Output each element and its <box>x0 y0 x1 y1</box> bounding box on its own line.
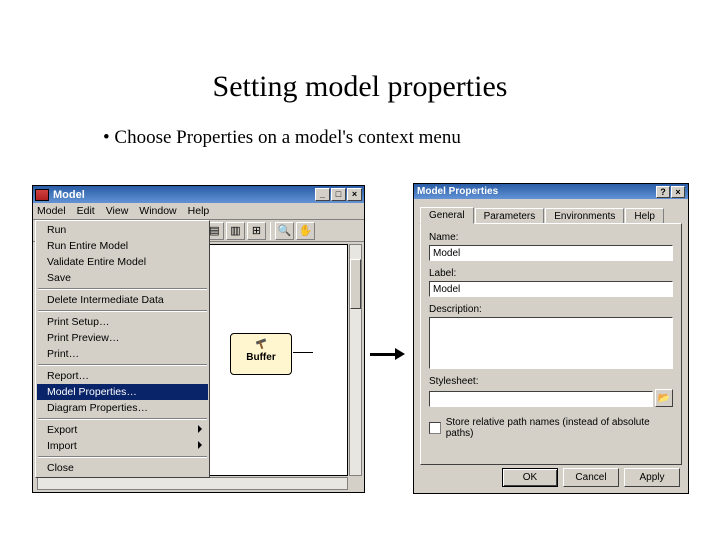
context-menu-separator <box>38 310 207 312</box>
slide-title: Setting model properties <box>0 70 720 104</box>
menubar[interactable]: Model Edit View Window Help <box>33 203 364 220</box>
context-menu-item[interactable]: Model Properties… <box>37 384 208 400</box>
context-menu-item[interactable]: Print Preview… <box>37 330 208 346</box>
node-label: Buffer <box>246 352 275 363</box>
menu-help[interactable]: Help <box>188 205 210 217</box>
hammer-icon <box>254 338 268 350</box>
context-menu-item[interactable]: Save <box>37 270 208 286</box>
context-menu-separator <box>38 418 207 420</box>
tool-layout2-icon[interactable]: ⊞ <box>247 222 266 240</box>
tab-environments[interactable]: Environments <box>545 208 624 224</box>
context-menu-item[interactable]: Import <box>37 438 208 454</box>
tool-zoom-icon[interactable]: 🔍 <box>275 222 294 240</box>
tabstrip: General Parameters Environments Help <box>420 205 682 223</box>
apply-button[interactable]: Apply <box>624 468 680 487</box>
menu-model[interactable]: Model <box>37 205 66 217</box>
context-menu-item[interactable]: Validate Entire Model <box>37 254 208 270</box>
scrollbar-thumb[interactable] <box>350 259 361 309</box>
checkbox-relative-paths-label: Store relative path names (instead of ab… <box>446 417 673 439</box>
label-stylesheet: Stylesheet: <box>429 376 673 387</box>
submenu-arrow-icon <box>198 441 202 449</box>
context-menu-item[interactable]: Close <box>37 460 208 476</box>
context-menu-item[interactable]: Run <box>37 222 208 238</box>
checkbox-relative-paths[interactable] <box>429 422 441 434</box>
menu-view[interactable]: View <box>106 205 129 217</box>
slide-bullet: • Choose Properties on a model's context… <box>103 127 461 149</box>
cancel-button[interactable]: Cancel <box>563 468 619 487</box>
modelbuilder-titlebar[interactable]: Model _ □ × <box>33 186 364 203</box>
textarea-description[interactable] <box>429 317 673 369</box>
label-label: Label: <box>429 268 673 279</box>
minimize-button[interactable]: _ <box>315 188 330 201</box>
app-icon <box>35 189 49 201</box>
context-menu-separator <box>38 288 207 290</box>
context-menu-item[interactable]: Diagram Properties… <box>37 400 208 416</box>
menu-edit[interactable]: Edit <box>77 205 95 217</box>
context-menu-item[interactable]: Export <box>37 422 208 438</box>
context-menu-item[interactable]: Report… <box>37 368 208 384</box>
input-label[interactable] <box>429 281 673 297</box>
context-menu-item[interactable]: Print… <box>37 346 208 362</box>
submenu-arrow-icon <box>198 425 202 433</box>
ok-button[interactable]: OK <box>502 468 558 487</box>
model-properties-dialog: Model Properties ? × General Parameters … <box>413 183 689 494</box>
label-description: Description: <box>429 304 673 315</box>
tabpanel-general: Name: Label: Description: Stylesheet: 📂 … <box>420 223 682 465</box>
tab-parameters[interactable]: Parameters <box>475 208 545 224</box>
menu-window[interactable]: Window <box>139 205 176 217</box>
tab-help[interactable]: Help <box>625 208 664 224</box>
input-name[interactable] <box>429 245 673 261</box>
context-menu-item[interactable]: Run Entire Model <box>37 238 208 254</box>
context-menu-item[interactable]: Print Setup… <box>37 314 208 330</box>
horizontal-scrollbar[interactable] <box>37 477 348 490</box>
dialog-title: Model Properties <box>417 186 498 197</box>
tool-pan-icon[interactable]: ✋ <box>296 222 315 240</box>
vertical-scrollbar[interactable] <box>349 244 362 476</box>
node-connector-line <box>293 352 313 353</box>
input-stylesheet[interactable] <box>429 391 653 407</box>
dialog-titlebar[interactable]: Model Properties ? × <box>414 184 688 199</box>
label-name: Name: <box>429 232 673 243</box>
context-menu-separator <box>38 364 207 366</box>
dialog-help-button[interactable]: ? <box>656 186 670 198</box>
maximize-button[interactable]: □ <box>331 188 346 201</box>
context-menu-separator <box>38 456 207 458</box>
close-button[interactable]: × <box>347 188 362 201</box>
modelbuilder-title: Model <box>53 189 85 201</box>
folder-icon: 📂 <box>658 393 670 404</box>
tool-layout1-icon[interactable]: ▥ <box>226 222 245 240</box>
dialog-close-button[interactable]: × <box>671 186 685 198</box>
browse-stylesheet-button[interactable]: 📂 <box>655 389 673 407</box>
model-context-menu[interactable]: RunRun Entire ModelValidate Entire Model… <box>35 220 210 478</box>
flow-arrow-icon <box>370 348 405 360</box>
tool-node-buffer[interactable]: Buffer <box>230 333 292 375</box>
tab-general[interactable]: General <box>420 207 474 224</box>
context-menu-item[interactable]: Delete Intermediate Data <box>37 292 208 308</box>
